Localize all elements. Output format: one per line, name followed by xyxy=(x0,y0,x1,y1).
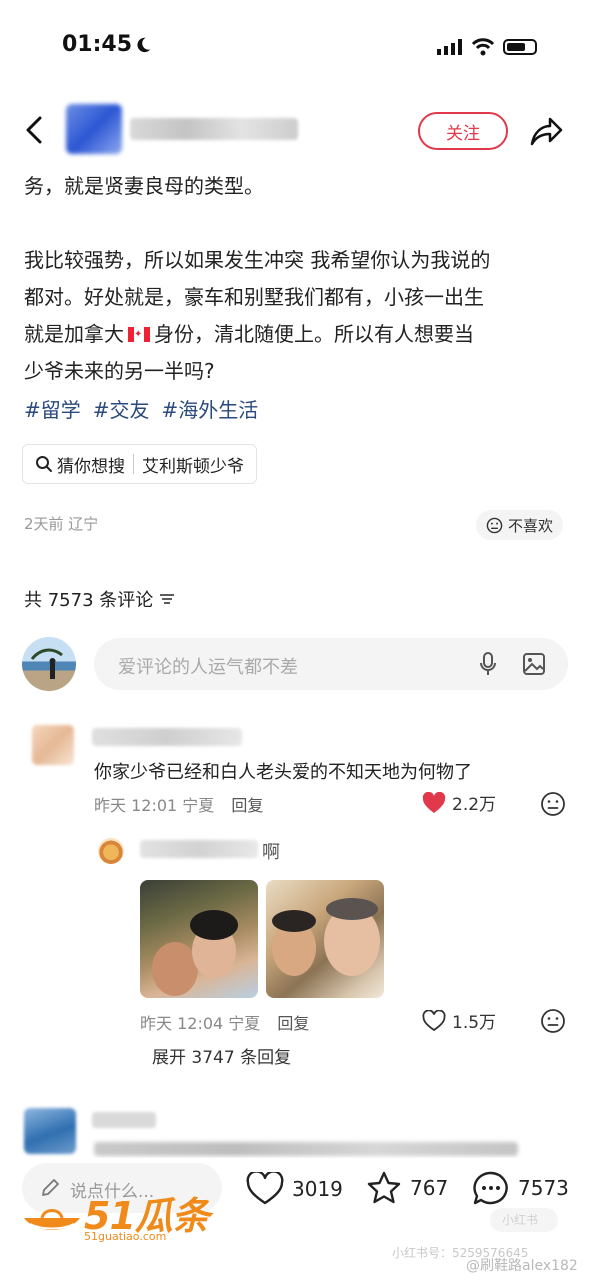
like-count: 2.2万 xyxy=(452,795,497,815)
comment-count-header: 共 7573 条评论 xyxy=(24,586,175,612)
commenter-avatar[interactable] xyxy=(32,725,74,765)
divider xyxy=(133,454,134,474)
microphone-icon[interactable] xyxy=(478,651,498,677)
reply-text: 啊 xyxy=(262,842,280,863)
moon-icon xyxy=(137,37,151,53)
comment-text-blurred xyxy=(94,1142,518,1156)
follow-button[interactable]: 关注 xyxy=(418,112,508,150)
search-chip-query: 艾利斯顿少爷 xyxy=(142,456,244,477)
hashtag[interactable]: #交友 xyxy=(93,394,150,423)
frown-icon[interactable] xyxy=(540,1008,566,1034)
post-line: 都对。好处就是，豪车和别墅我们都有，小孩一出生 xyxy=(24,285,484,309)
author-name[interactable] xyxy=(130,118,298,140)
sort-icon[interactable] xyxy=(159,592,175,606)
post-meta: 2天前 辽宁 xyxy=(24,515,99,533)
reply-button[interactable]: 回复 xyxy=(231,796,263,815)
frown-icon xyxy=(486,517,503,533)
search-icon xyxy=(36,456,52,472)
comment-count: 共 7573 条评论 xyxy=(24,590,154,611)
back-arrow-icon[interactable] xyxy=(22,114,46,146)
hashtag[interactable]: #海外生活 xyxy=(162,394,259,423)
author-avatar[interactable] xyxy=(66,104,122,154)
watermark-pill: 小红书 xyxy=(490,1208,558,1232)
avatar-figure-icon xyxy=(30,648,63,679)
favorite-button[interactable]: 767 xyxy=(366,1170,448,1206)
search-chip-label: 猜你想搜 xyxy=(57,456,125,477)
comment-count: 7573 xyxy=(518,1176,569,1200)
like-count: 3019 xyxy=(292,1177,343,1201)
signal-icon xyxy=(437,39,462,55)
reply-meta: 昨天 12:04 宁夏 回复 xyxy=(140,1010,309,1034)
status-icons xyxy=(437,37,537,57)
post-line: 少爷未来的另一半吗? xyxy=(24,359,215,383)
battery-icon xyxy=(503,39,537,55)
photo-hair xyxy=(190,910,238,940)
post-line: 我比较强势，所以如果发生冲突 我希望你认为我说的 xyxy=(24,248,491,272)
post-line: 就是加拿大 xyxy=(24,322,124,346)
comment-button[interactable]: 7573 xyxy=(472,1170,569,1206)
commenter-name[interactable] xyxy=(92,1112,156,1128)
star-outline-icon xyxy=(367,1171,401,1204)
comment-input-placeholder: 爱评论的人运气都不差 xyxy=(118,657,298,678)
reply-photo[interactable] xyxy=(140,880,258,998)
post-line: 身份，清北随便上。所以有人想要当 xyxy=(154,322,474,346)
favorite-count: 767 xyxy=(410,1176,449,1200)
expand-replies-button[interactable]: 展开 3747 条回复 xyxy=(152,1043,291,1068)
commenter-avatar[interactable] xyxy=(24,1108,76,1154)
photo-hair xyxy=(326,898,378,920)
reply-like-button[interactable]: 1.5万 xyxy=(422,1008,496,1033)
status-time: 01:45 xyxy=(62,32,133,57)
dislike-button[interactable]: 不喜欢 xyxy=(476,510,564,540)
comment-time: 昨天 12:01 宁夏 xyxy=(94,796,215,815)
reply-avatar[interactable] xyxy=(98,838,124,864)
heart-filled-icon xyxy=(422,791,446,813)
logo-boat-icon xyxy=(24,1209,80,1230)
post-line: 务，就是贤妻良母的类型。 xyxy=(24,174,264,198)
hashtags: #留学 #交友 #海外生活 xyxy=(24,394,258,423)
reply-time: 昨天 12:04 宁夏 xyxy=(140,1014,261,1033)
dislike-label: 不喜欢 xyxy=(508,516,554,535)
wifi-icon xyxy=(471,38,495,56)
hashtag[interactable]: #留学 xyxy=(24,394,81,423)
heart-outline-icon xyxy=(422,1009,446,1031)
comment-input[interactable]: 爱评论的人运气都不差 xyxy=(94,638,568,690)
commenter-name[interactable] xyxy=(92,728,242,746)
like-post-button[interactable]: 3019 xyxy=(246,1172,343,1206)
like-count: 1.5万 xyxy=(452,1013,497,1033)
heart-outline-icon xyxy=(246,1172,284,1205)
canada-flag-icon xyxy=(128,327,150,342)
comment-text: 你家少爷已经和白人老头爱的不知天地为何物了 xyxy=(94,762,472,783)
suggested-search-chip[interactable]: 猜你想搜 艾利斯顿少爷 xyxy=(22,444,257,484)
logo-url: 51guatiao.com xyxy=(84,1230,167,1243)
comment-like-button[interactable]: 2.2万 xyxy=(422,790,496,815)
photo-hair xyxy=(272,910,316,932)
comment-meta: 昨天 12:01 宁夏 回复 xyxy=(94,792,263,816)
image-icon[interactable] xyxy=(522,652,546,676)
watermark-handle: @刷鞋路alex182 xyxy=(466,1258,578,1274)
my-avatar xyxy=(22,637,76,691)
post-content: 务，就是贤妻良母的类型。 我比较强势，所以如果发生冲突 我希望你认为我说的 都对… xyxy=(24,168,569,390)
reply-author-name[interactable] xyxy=(140,840,258,858)
frown-icon[interactable] xyxy=(540,791,566,817)
comment-bubble-icon xyxy=(473,1171,508,1205)
share-icon[interactable] xyxy=(528,114,564,148)
reply-photo[interactable] xyxy=(266,880,384,998)
reply-button[interactable]: 回复 xyxy=(277,1014,309,1033)
